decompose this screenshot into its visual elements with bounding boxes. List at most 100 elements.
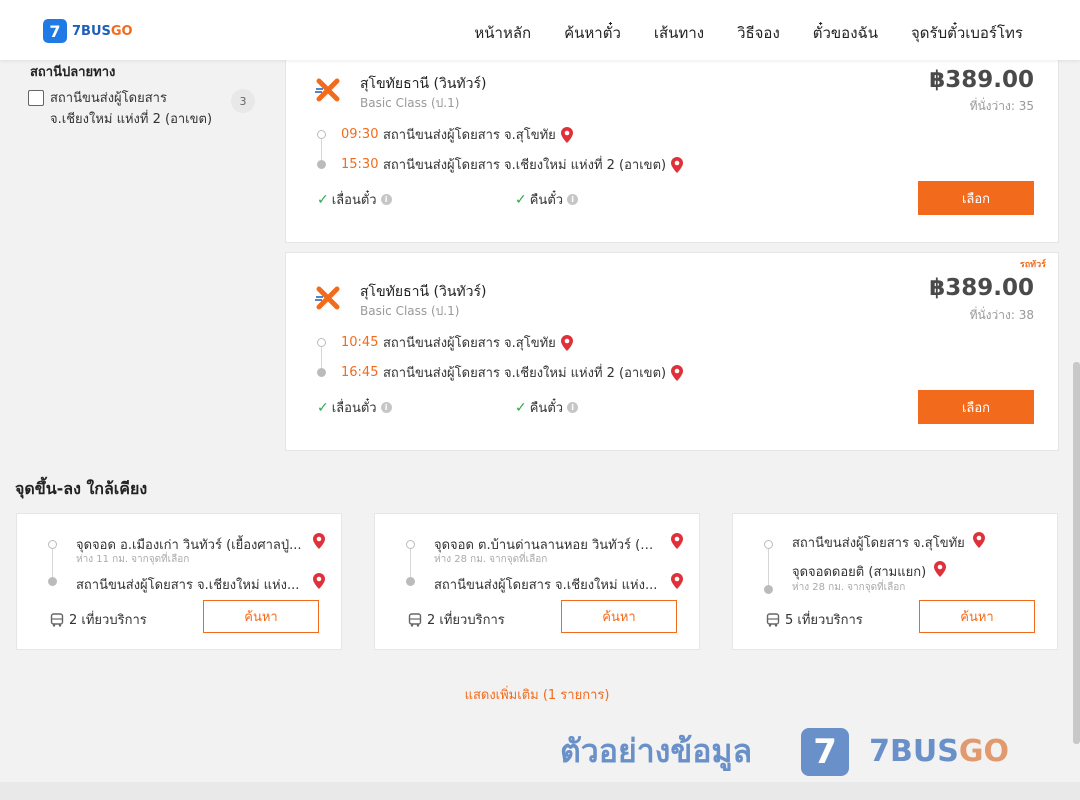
watermark-text: ตัวอย่างข้อมูล — [560, 732, 753, 770]
timeline-start-dot — [317, 338, 326, 347]
timeline-line — [410, 549, 411, 577]
select-trip-button[interactable]: เลือก — [918, 181, 1034, 215]
watermark-brand: 7BUSGO — [869, 734, 1009, 769]
arrival-stop: 15:30 สถานีขนส่งผู้โดยสาร จ.เชียงใหม่ แห… — [341, 154, 684, 175]
nav-item-how-to-book[interactable]: วิธีจอง — [737, 21, 780, 45]
filter-count-badge: 3 — [231, 89, 255, 113]
timeline-end-dot — [764, 585, 773, 594]
arrival-stop: 16:45 สถานีขนส่งผู้โดยสาร จ.เชียงใหม่ แห… — [341, 362, 684, 383]
info-icon[interactable]: i — [567, 194, 579, 205]
timeline-end-dot — [406, 577, 415, 586]
timeline-line — [768, 549, 769, 585]
map-pin-icon[interactable] — [671, 364, 684, 381]
trip-card: รถทัวร์ สุโขทัยธานี (วินทัวร์) Basic Cla… — [285, 252, 1059, 451]
watermark-brand-prefix: 7BUS — [869, 734, 959, 769]
nearby-from-distance: ห่าง 11 กม. จากจุดที่เลือก — [76, 554, 190, 565]
filter-destination-title: สถานีปลายทาง — [30, 65, 116, 80]
operator-name: สุโขทัยธานี (วินทัวร์) — [360, 76, 487, 92]
map-pin-icon[interactable] — [560, 334, 573, 351]
operator-class: Basic Class (ป.1) — [360, 304, 460, 318]
timeline-end-dot — [317, 160, 326, 169]
brand-logo[interactable]: 7 7BUSGO — [43, 19, 133, 43]
info-icon[interactable]: i — [380, 194, 392, 205]
map-pin-icon[interactable] — [973, 532, 985, 548]
nearby-service-count: 2 เที่ยวบริการ — [408, 609, 505, 630]
map-pin-icon[interactable] — [560, 126, 573, 143]
watermark-brand-suffix: GO — [958, 734, 1009, 769]
map-pin-icon[interactable] — [671, 156, 684, 173]
departure-place: สถานีขนส่งผู้โดยสาร จ.สุโขทัย — [383, 336, 556, 351]
departure-stop: 10:45 สถานีขนส่งผู้โดยสาร จ.สุโขทัย — [341, 332, 573, 353]
check-icon: ✓ — [515, 399, 527, 416]
map-pin-icon[interactable] — [934, 561, 946, 577]
footer-strip — [0, 782, 1080, 800]
nav-item-my-tickets[interactable]: ตั๋วของฉัน — [813, 21, 878, 45]
nearby-from-distance: ห่าง 28 กม. จากจุดที่เลือก — [434, 554, 548, 565]
feature-refund-ticket: ✓ คืนตั๋ว i — [515, 397, 579, 418]
brand-logo-text: 7BUSGO — [72, 24, 133, 39]
sample-data-watermark: ตัวอย่างข้อมูล 7 7BUSGO — [560, 726, 1009, 777]
bus-icon — [408, 612, 422, 627]
nearby-search-button[interactable]: ค้นหา — [919, 600, 1035, 633]
nearby-section-title: จุดขึ้น-ลง ใกล้เคียง — [15, 479, 148, 498]
map-pin-icon[interactable] — [313, 573, 325, 589]
timeline-end-dot — [317, 368, 326, 377]
nearby-route-card: จุดจอด ต.บ้านด่านลานหอย วินทัวร์ (ร้า...… — [374, 513, 700, 650]
check-icon: ✓ — [317, 399, 329, 416]
arrival-time: 15:30 — [341, 157, 379, 172]
bus-icon — [766, 612, 780, 627]
departure-place: สถานีขนส่งผู้โดยสาร จ.สุโขทัย — [383, 128, 556, 143]
page-scrollbar[interactable] — [1073, 362, 1080, 744]
feature-refund-ticket: ✓ คืนตั๋ว i — [515, 189, 579, 210]
departure-time: 09:30 — [341, 127, 379, 142]
departure-time: 10:45 — [341, 335, 379, 350]
trip-price: ฿389.00 — [929, 67, 1034, 93]
arrival-place: สถานีขนส่งผู้โดยสาร จ.เชียงใหม่ แห่งที่ … — [383, 366, 667, 381]
filter-option-label: สถานีขนส่งผู้โดยสาร จ.เชียงใหม่ แห่งที่ … — [50, 91, 213, 127]
nearby-service-count: 2 เที่ยวบริการ — [50, 609, 147, 630]
seats-available: ที่นั่งว่าง: 38 — [969, 308, 1034, 322]
check-icon: ✓ — [317, 191, 329, 208]
seats-available: ที่นั่งว่าง: 35 — [969, 99, 1034, 113]
watermark-logo-mark: 7 — [801, 727, 850, 776]
main-nav: หน้าหลัก ค้นหาตั๋ว เส้นทาง วิธีจอง ตั๋วข… — [441, 21, 1023, 45]
arrival-place: สถานีขนส่งผู้โดยสาร จ.เชียงใหม่ แห่งที่ … — [383, 158, 667, 173]
nav-item-home[interactable]: หน้าหลัก — [474, 21, 531, 45]
filter-checkbox[interactable] — [28, 90, 44, 106]
map-pin-icon[interactable] — [313, 533, 325, 549]
service-count-label: 5 เที่ยวบริการ — [785, 613, 863, 628]
operator-logo-icon — [315, 78, 340, 102]
brand-name-prefix: 7BUS — [72, 23, 111, 39]
show-more-link[interactable]: แสดงเพิ่มเติม (1 รายการ) — [0, 684, 1074, 705]
select-trip-button[interactable]: เลือก — [918, 390, 1034, 424]
timeline-end-dot — [48, 577, 57, 586]
nearby-to-stop: สถานีขนส่งผู้โดยสาร จ.เชียงใหม่ แห่ง... — [434, 578, 658, 593]
timeline-line — [321, 139, 322, 161]
nearby-service-count: 5 เที่ยวบริการ — [766, 609, 863, 630]
nearby-to-distance: ห่าง 28 กม. จากจุดที่เลือก — [792, 582, 906, 593]
trip-card: สุโขทัยธานี (วินทัวร์) Basic Class (ป.1)… — [285, 52, 1059, 243]
arrival-time: 16:45 — [341, 365, 379, 380]
timeline-line — [52, 549, 53, 577]
nearby-to-stop: จุดจอดดอยติ (สามแยก) — [792, 565, 927, 580]
map-pin-icon[interactable] — [671, 573, 683, 589]
nearby-route-card: จุดจอด อ.เมืองเก่า วินทัวร์ (เยื้องศาลปู… — [16, 513, 342, 650]
nearby-search-button[interactable]: ค้นหา — [561, 600, 677, 633]
nav-item-routes[interactable]: เส้นทาง — [654, 21, 704, 45]
timeline-start-dot — [48, 540, 57, 549]
nearby-search-button[interactable]: ค้นหา — [203, 600, 319, 633]
nav-item-ticket-pickup-phone[interactable]: จุดรับตั๋วเบอร์โทร — [911, 21, 1023, 45]
feature-label: คืนตั๋ว — [529, 401, 564, 416]
brand-logo-mark: 7 — [43, 19, 67, 43]
info-icon[interactable]: i — [567, 402, 579, 413]
operator-name: สุโขทัยธานี (วินทัวร์) — [360, 284, 487, 300]
nav-item-search-ticket[interactable]: ค้นหาตั๋ว — [564, 21, 621, 45]
feature-label: เลื่อนตั๋ว — [331, 401, 377, 416]
map-pin-icon[interactable] — [671, 533, 683, 549]
top-navbar: 7 7BUSGO หน้าหลัก ค้นหาตั๋ว เส้นทาง วิธี… — [0, 0, 1080, 60]
info-icon[interactable]: i — [380, 402, 392, 413]
service-count-label: 2 เที่ยวบริการ — [427, 613, 505, 628]
nearby-route-card: สถานีขนส่งผู้โดยสาร จ.สุโขทัย จุดจอดดอยต… — [732, 513, 1058, 650]
bus-type-tag: รถทัวร์ — [1019, 260, 1046, 270]
nearby-to-stop: สถานีขนส่งผู้โดยสาร จ.เชียงใหม่ แห่ง... — [76, 578, 300, 593]
